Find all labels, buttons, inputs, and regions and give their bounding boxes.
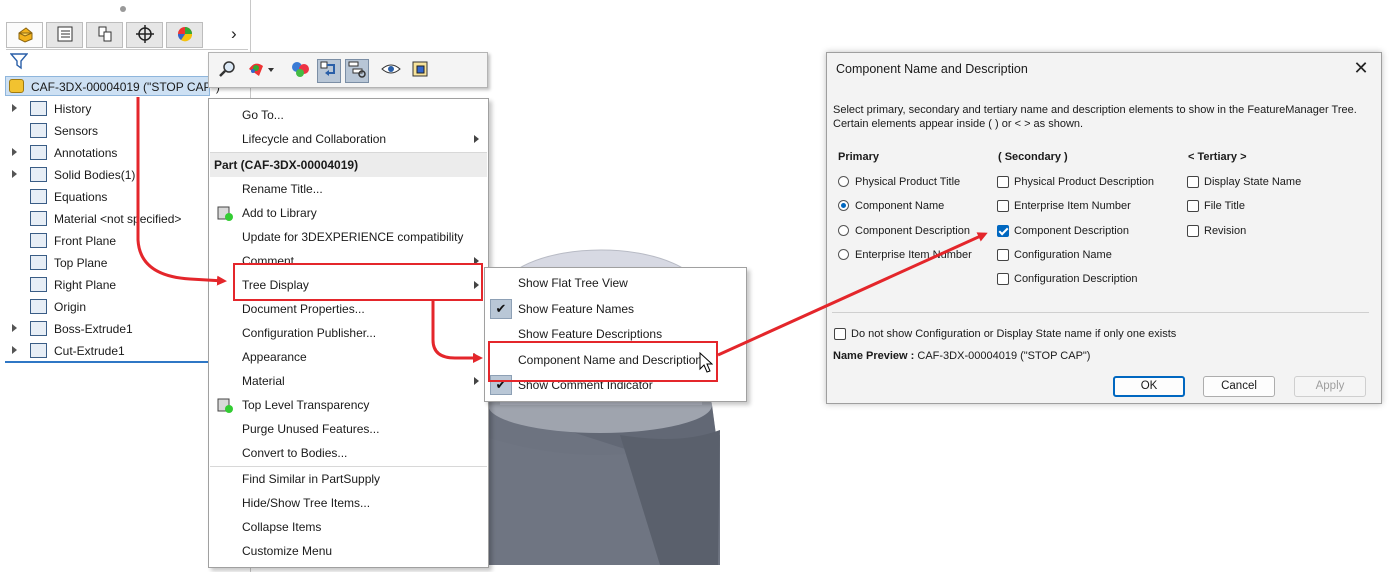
arrow-root-to-tree-display (136, 97, 227, 286)
annotation-arrows (136, 97, 988, 363)
arrow-tree-display-to-submenu (431, 300, 483, 363)
arrow-submenu-to-dialog (717, 232, 988, 357)
